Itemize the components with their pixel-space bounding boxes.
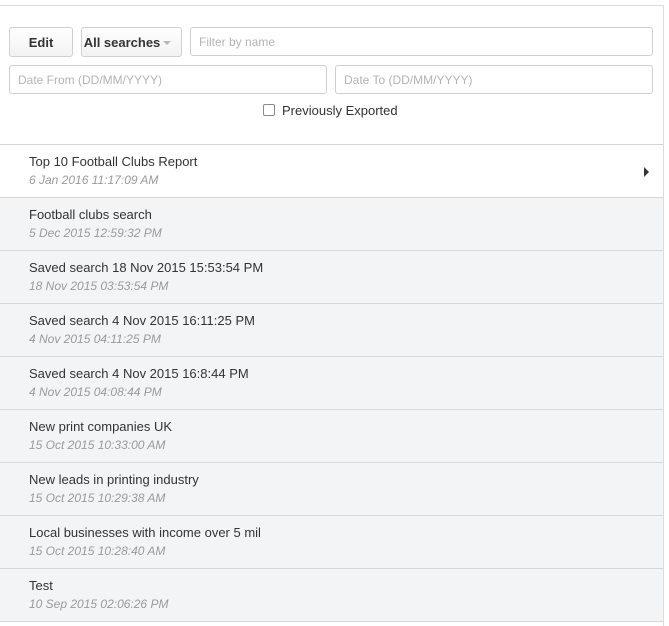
edit-button-label: Edit xyxy=(28,34,54,50)
saved-search-row[interactable]: Football clubs search 5 Dec 2015 12:59:32… xyxy=(0,198,663,251)
saved-search-title: Saved search 4 Nov 2015 16:8:44 PM xyxy=(29,366,249,381)
all-searches-dropdown[interactable]: All searches xyxy=(81,27,182,57)
saved-search-date: 6 Jan 2016 11:17:09 AM xyxy=(29,173,159,187)
filter-by-name-input[interactable] xyxy=(190,27,653,56)
saved-search-title: Top 10 Football Clubs Report xyxy=(29,154,198,169)
saved-search-date: 10 Sep 2015 02:06:26 PM xyxy=(29,597,169,611)
saved-search-title: Local businesses with income over 5 mil xyxy=(29,525,261,540)
saved-searches-panel: Edit All searches Previously Exported To… xyxy=(0,5,664,626)
caret-down-icon xyxy=(163,41,172,45)
previously-exported-option[interactable]: Previously Exported xyxy=(263,102,398,118)
saved-search-title: Saved search 4 Nov 2015 16:11:25 PM xyxy=(29,313,255,328)
all-searches-label: All searches xyxy=(83,34,161,50)
saved-search-row[interactable]: Test 10 Sep 2015 02:06:26 PM xyxy=(0,569,663,622)
saved-search-date: 4 Nov 2015 04:08:44 PM xyxy=(29,385,162,399)
saved-search-title: New leads in printing industry xyxy=(29,472,199,487)
saved-search-date: 4 Nov 2015 04:11:25 PM xyxy=(29,332,161,346)
saved-search-title: Football clubs search xyxy=(29,207,152,222)
saved-search-date: 15 Oct 2015 10:33:00 AM xyxy=(29,438,166,452)
saved-search-row[interactable]: New print companies UK 15 Oct 2015 10:33:… xyxy=(0,410,663,463)
saved-search-row[interactable]: Saved search 4 Nov 2015 16:11:25 PM 4 Nov… xyxy=(0,304,663,357)
saved-search-title: Test xyxy=(29,578,53,593)
filter-bar: Edit All searches Previously Exported xyxy=(0,6,663,145)
date-from-input[interactable] xyxy=(9,65,327,94)
previously-exported-label: Previously Exported xyxy=(282,102,398,118)
saved-search-date: 18 Nov 2015 03:53:54 PM xyxy=(29,279,169,293)
previously-exported-checkbox[interactable] xyxy=(263,104,275,116)
edit-button[interactable]: Edit xyxy=(9,27,73,57)
saved-search-row[interactable]: Saved search 4 Nov 2015 16:8:44 PM 4 Nov … xyxy=(0,357,663,410)
saved-search-row[interactable]: New leads in printing industry 15 Oct 201… xyxy=(0,463,663,516)
saved-search-list: Top 10 Football Clubs Report 6 Jan 2016 1… xyxy=(0,145,663,622)
saved-search-date: 15 Oct 2015 10:29:38 AM xyxy=(29,491,166,505)
caret-right-icon xyxy=(644,167,649,177)
saved-search-title: Saved search 18 Nov 2015 15:53:54 PM xyxy=(29,260,264,275)
date-to-input[interactable] xyxy=(335,65,653,94)
saved-search-title: New print companies UK xyxy=(29,419,173,434)
saved-search-row[interactable]: Saved search 18 Nov 2015 15:53:54 PM 18 N… xyxy=(0,251,663,304)
saved-search-date: 15 Oct 2015 10:28:40 AM xyxy=(29,544,166,558)
saved-search-row[interactable]: Local businesses with income over 5 mil 1… xyxy=(0,516,663,569)
saved-search-date: 5 Dec 2015 12:59:32 PM xyxy=(29,226,162,240)
saved-search-row[interactable]: Top 10 Football Clubs Report 6 Jan 2016 1… xyxy=(0,145,663,198)
